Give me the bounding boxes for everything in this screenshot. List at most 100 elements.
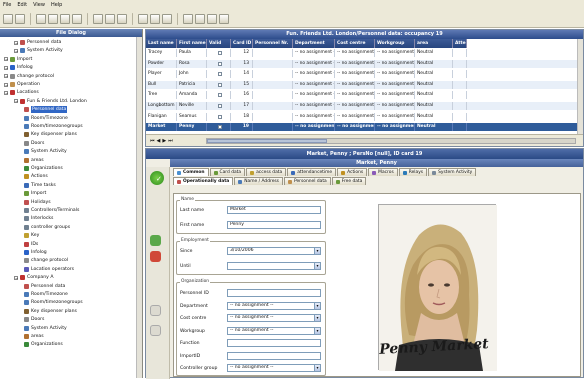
until-date-field[interactable]: ▾ <box>227 262 321 270</box>
new-icon[interactable] <box>3 13 13 24</box>
tab-system-activity[interactable]: System Activity <box>428 168 477 176</box>
last-record-icon[interactable]: ⏭ <box>168 138 173 144</box>
tree-item[interactable]: − change protocol <box>4 73 54 80</box>
table-row[interactable]: Bull Patricia 15 -- no assignment -- -- no a… <box>146 80 578 89</box>
remove-icon[interactable] <box>150 251 161 262</box>
print-icon[interactable] <box>93 13 103 24</box>
tree-item[interactable]: System Activity <box>24 325 67 332</box>
column-header[interactable]: Valid <box>207 39 231 48</box>
tree-item[interactable]: areas <box>24 333 44 340</box>
tree-item[interactable]: Room/Timezone <box>24 115 68 122</box>
valid-checkbox[interactable] <box>217 82 222 87</box>
tree-item[interactable]: Interlocks <box>24 215 53 222</box>
tree-item[interactable]: Actions <box>24 173 48 180</box>
tree-item[interactable]: System Activity <box>24 148 67 155</box>
last-name-field[interactable]: Market <box>227 206 321 214</box>
org-input[interactable] <box>227 339 321 347</box>
horizontal-scrollbar[interactable] <box>206 138 576 144</box>
valid-checkbox[interactable] <box>217 104 222 108</box>
save-icon[interactable] <box>15 13 25 24</box>
chevron-down-icon[interactable]: ▾ <box>314 263 320 269</box>
tree-item[interactable]: Controllers/Terminals <box>24 207 79 214</box>
table-row[interactable]: Player John 14 -- no assignment -- -- no ass… <box>146 70 578 79</box>
tree-item[interactable]: Location operators <box>24 266 74 273</box>
chevron-down-icon[interactable]: ▾ <box>314 248 320 254</box>
column-header[interactable]: Department <box>293 39 335 48</box>
column-header[interactable]: Card ID <box>231 39 253 48</box>
column-header[interactable]: area <box>415 39 453 48</box>
tab-relays[interactable]: Relays <box>398 168 428 176</box>
tree-item[interactable]: − Infolog <box>4 64 33 71</box>
tree-expander-icon[interactable]: − <box>14 48 18 53</box>
next-record-icon[interactable]: ▶ <box>162 138 166 144</box>
tree-item[interactable]: Doors <box>24 316 44 323</box>
preview-icon[interactable] <box>105 13 115 24</box>
refresh-icon[interactable] <box>183 13 193 24</box>
tab-common[interactable]: Common <box>173 168 209 176</box>
tree-item[interactable]: Time tasks <box>24 182 56 189</box>
nav-down-icon[interactable] <box>150 325 161 336</box>
tab-macros[interactable]: Macros <box>368 168 398 176</box>
tab-card-data[interactable]: Card data <box>209 168 246 176</box>
tree-item[interactable]: Doors <box>24 140 44 147</box>
tree-expander-icon[interactable]: − <box>4 65 8 70</box>
chevron-down-icon[interactable]: ▾ <box>314 365 320 371</box>
tree-expander-icon[interactable]: − <box>14 275 18 280</box>
prev-record-icon[interactable]: ◀ <box>157 138 161 144</box>
chevron-down-icon[interactable]: ▾ <box>314 327 320 334</box>
tree-item[interactable]: − Import <box>4 56 32 63</box>
tree-item[interactable]: Room/timezonegroups <box>24 299 83 306</box>
tree-item[interactable]: controller groups <box>24 224 70 231</box>
copy-icon[interactable] <box>48 13 58 24</box>
menu-file[interactable]: File <box>3 2 11 8</box>
column-header[interactable]: Workgroup <box>375 39 415 48</box>
tree-item[interactable]: areas <box>24 157 44 164</box>
tree-item[interactable]: Room/timezonegroups <box>24 123 83 130</box>
tree-item[interactable]: Organizations <box>24 165 63 172</box>
info-icon[interactable] <box>219 13 229 24</box>
tab-free-data[interactable]: Free data <box>331 177 367 185</box>
tree-expander-icon[interactable]: − <box>4 57 8 62</box>
table-row[interactable]: Powder Rosa 13 -- no assignment -- -- no ass… <box>146 59 578 68</box>
filter-icon[interactable] <box>138 13 148 24</box>
tab-attendancetime[interactable]: attendancetime <box>287 168 337 176</box>
tree-item[interactable]: Key <box>24 232 39 239</box>
tree-item[interactable]: Import <box>24 190 46 197</box>
tree-item[interactable]: change protocol <box>24 257 68 264</box>
table-row[interactable]: Flanigan Seamus 18 -- no assignment -- -- no… <box>146 112 578 121</box>
tree-item[interactable]: Personnel data <box>24 283 65 290</box>
tree-item[interactable]: Holidays <box>24 199 51 206</box>
tree-item[interactable]: Key dispenser plans <box>24 131 77 138</box>
paste-icon[interactable] <box>60 13 70 24</box>
table-row[interactable]: Tree Amanda 16 -- no assignment -- -- no ass… <box>146 91 578 100</box>
tree-item[interactable]: − System Activity <box>14 47 63 54</box>
column-header[interactable]: Cost centre <box>335 39 375 48</box>
org-input[interactable] <box>227 351 321 360</box>
valid-checkbox[interactable] <box>217 114 222 119</box>
column-header[interactable]: Personnel Nr. <box>253 39 293 48</box>
tree-item[interactable]: − Locations <box>4 89 39 96</box>
tree-item[interactable]: − Fun & Friends Ltd. London <box>14 98 87 105</box>
tree-expander-icon[interactable]: − <box>4 74 8 79</box>
org-select[interactable]: -- no assignment -- ▾ <box>227 301 321 310</box>
first-record-icon[interactable]: ⏮ <box>150 138 155 144</box>
tree-item[interactable]: Infolog <box>24 249 47 256</box>
chevron-down-icon[interactable]: ▾ <box>314 302 320 309</box>
menu-edit[interactable]: Edit <box>17 2 27 8</box>
grid-scrollbar[interactable] <box>577 39 583 134</box>
export-icon[interactable] <box>117 13 127 24</box>
tab-personnel-data[interactable]: Personnel data <box>283 177 331 185</box>
valid-checkbox[interactable] <box>217 72 222 77</box>
nav-up-icon[interactable] <box>150 305 161 316</box>
sort-icon[interactable] <box>150 13 160 24</box>
tab-operationally-data[interactable]: Operationally data <box>173 177 234 185</box>
column-header[interactable]: Last name <box>146 39 177 48</box>
org-select[interactable]: -- no assignment -- ▾ <box>227 314 321 322</box>
table-row[interactable]: Market Penny 19 -- no assignmen -- no assign… <box>146 123 578 132</box>
valid-checkbox[interactable] <box>217 51 222 55</box>
help-icon[interactable] <box>207 13 217 24</box>
org-input[interactable] <box>227 289 321 297</box>
valid-checkbox[interactable] <box>217 125 222 130</box>
table-row[interactable]: Longbottom Neville 17 -- no assignment -- --… <box>146 102 578 110</box>
tree-expander-icon[interactable]: − <box>14 40 18 45</box>
